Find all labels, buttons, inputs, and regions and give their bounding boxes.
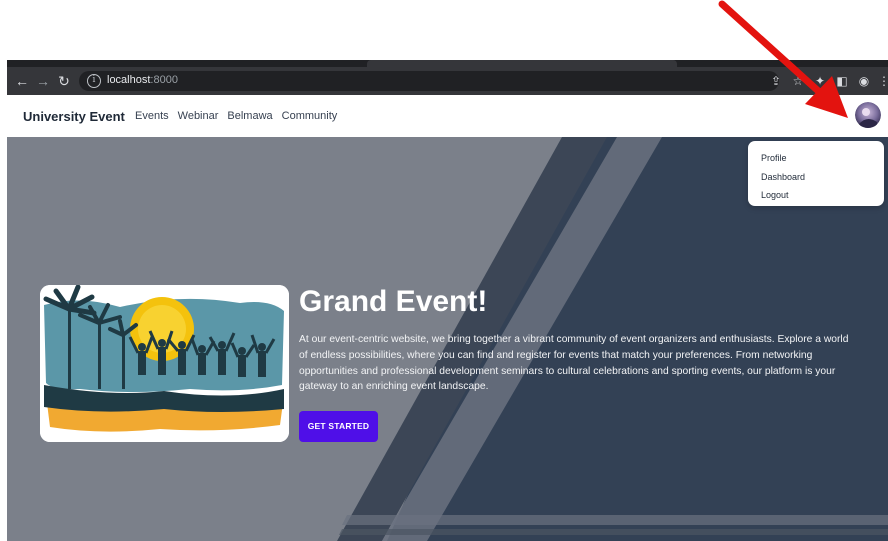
menu-icon[interactable]: ⋮ xyxy=(876,73,888,89)
nav-link-belmawa[interactable]: Belmawa xyxy=(227,110,272,122)
nav-link-webinar[interactable]: Webinar xyxy=(178,110,219,122)
browser-toolbar: ← → ↻ i localhost:8000 ⇪ ☆ ✦ ◧ ◉ ⋮ xyxy=(7,67,888,95)
url-text: localhost:8000 xyxy=(107,74,178,86)
share-icon[interactable]: ⇪ xyxy=(768,73,784,89)
menu-item-profile[interactable]: Profile xyxy=(748,149,884,168)
extensions-icon[interactable]: ✦ xyxy=(812,73,828,89)
active-tab[interactable] xyxy=(367,60,677,67)
profile-icon[interactable]: ◉ xyxy=(856,73,872,89)
site-info-icon[interactable]: i xyxy=(87,74,101,88)
party-silhouette-illustration xyxy=(40,285,289,442)
menu-item-dashboard[interactable]: Dashboard xyxy=(748,168,884,187)
get-started-button[interactable]: GET STARTED xyxy=(299,411,378,442)
avatar-image xyxy=(855,102,881,128)
site-navbar: University Event Events Webinar Belmawa … xyxy=(7,95,888,137)
nav-link-community[interactable]: Community xyxy=(282,110,338,122)
url-port: :8000 xyxy=(150,74,178,86)
back-icon[interactable]: ← xyxy=(13,72,31,90)
nav-link-events[interactable]: Events xyxy=(135,110,169,122)
menu-item-logout[interactable]: Logout xyxy=(748,186,884,205)
browser-window: ← → ↻ i localhost:8000 ⇪ ☆ ✦ ◧ ◉ ⋮ Unive… xyxy=(7,60,888,541)
hero-image xyxy=(40,285,289,442)
user-avatar[interactable] xyxy=(855,102,881,128)
url-host: localhost xyxy=(107,74,151,86)
address-bar[interactable]: i localhost:8000 xyxy=(79,71,779,91)
hero-description: At our event-centric website, we bring t… xyxy=(299,334,849,393)
side-panel-icon[interactable]: ◧ xyxy=(834,73,850,89)
profile-dropdown-menu: Profile Dashboard Logout xyxy=(748,141,884,206)
nav-links: Events Webinar Belmawa Community xyxy=(135,110,337,122)
tab-strip xyxy=(7,60,888,67)
hero-title: Grand Event! xyxy=(299,285,488,318)
bookmark-star-icon[interactable]: ☆ xyxy=(790,73,806,89)
reload-icon[interactable]: ↻ xyxy=(55,72,73,90)
brand-logo-text[interactable]: University Event xyxy=(23,109,125,124)
forward-icon[interactable]: → xyxy=(34,72,52,90)
page-viewport: University Event Events Webinar Belmawa … xyxy=(7,95,888,541)
